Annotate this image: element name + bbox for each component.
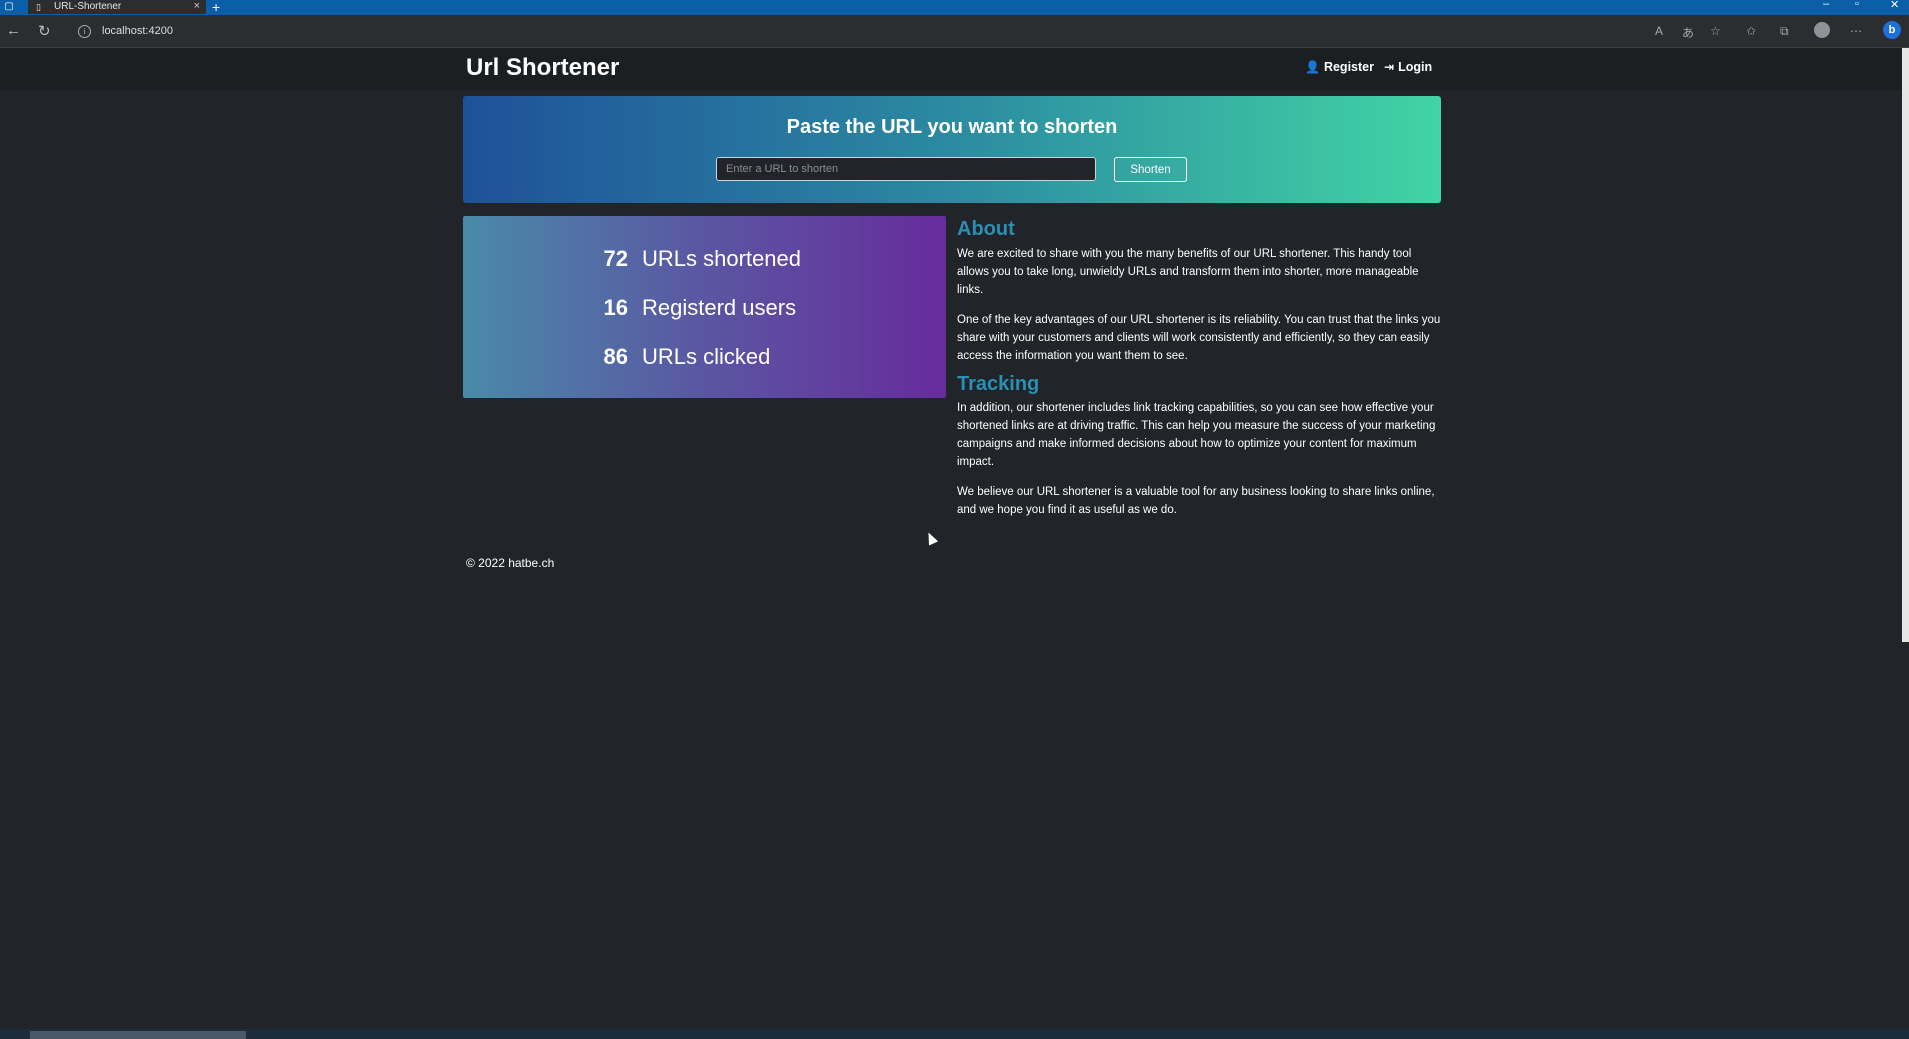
about-heading: About [957,218,1015,240]
info-content: About We are excited to share with you t… [957,218,1445,519]
about-paragraph: We are excited to share with you the man… [957,248,1419,296]
stat-row: 86 URLs clicked [463,344,946,374]
shorten-hero: Paste the URL you want to shorten Shorte… [463,96,1441,203]
stat-value: 16 [603,295,628,320]
minimize-icon[interactable]: – [1823,0,1829,10]
stat-label: URLs clicked [642,344,771,369]
user-plus-icon: 👤 [1305,60,1320,74]
tab-title: URL-Shortener [54,1,122,12]
hero-title: Paste the URL you want to shorten [786,116,1118,138]
profile-avatar[interactable] [1814,22,1830,38]
page-icon: ▯ [36,2,41,12]
sign-in-icon: ⇥ [1384,60,1395,74]
brand-title[interactable]: Url Shortener [466,54,619,82]
taskbar-active-app[interactable] [30,1031,246,1039]
tracking-heading: Tracking [957,373,1040,395]
maximize-icon[interactable]: ▫ [1855,0,1859,10]
more-icon[interactable]: ⋯ [1850,24,1862,38]
stat-value: 86 [603,344,628,369]
browser-tab-strip: ▢ ▯ URL-Shortener × + – ▫ ✕ [0,0,1909,15]
collections-icon[interactable]: ⧉ [1780,24,1789,39]
stat-row: 72 URLs shortened [463,246,946,276]
window-close-icon[interactable]: ✕ [1890,0,1899,11]
add-favorite-icon[interactable]: ☆ [1710,24,1721,38]
site-info-icon[interactable]: i [78,25,91,38]
url-input[interactable] [716,157,1096,181]
login-link[interactable]: ⇥ Login [1384,60,1432,74]
favorites-icon[interactable]: ✩ [1746,24,1756,38]
footer-copyright: © 2022 hatbe.ch [466,556,555,570]
about-paragraph: One of the key advantages of our URL sho… [957,314,1441,362]
back-icon[interactable]: ← [6,22,21,39]
tab-actions-icon[interactable]: ▢ [2,0,16,14]
reload-icon[interactable]: ↻ [38,22,51,40]
login-label: Login [1398,60,1433,74]
shorten-button[interactable]: Shorten [1114,157,1187,182]
os-taskbar [0,1029,1909,1039]
mouse-cursor-icon [923,530,939,546]
browser-toolbar: ← ↻ i localhost:4200 A あ ☆ ✩ ⧉ ⋯ b [0,15,1909,48]
tab-close-icon[interactable]: × [194,0,200,13]
register-label: Register [1323,60,1374,74]
stat-label: URLs shortened [642,246,801,271]
stats-card: 72 URLs shortened 16 Registerd users 86 … [463,216,946,398]
stat-value: 72 [603,246,628,271]
stat-row: 16 Registerd users [463,295,946,325]
browser-tab[interactable]: ▯ URL-Shortener × [28,0,206,14]
copilot-icon[interactable]: b [1883,21,1901,39]
address-bar[interactable]: i localhost:4200 [74,20,1634,42]
translate-icon[interactable]: あ [1682,24,1694,41]
tracking-paragraph: In addition, our shortener includes link… [957,402,1436,468]
address-url: localhost:4200 [102,25,173,37]
app-navbar: Url Shortener 👤 Register ⇥ Login [0,48,1902,90]
page-scrollbar[interactable] [1902,48,1909,642]
read-aloud-icon[interactable]: A [1655,24,1663,38]
stat-label: Registerd users [642,295,797,320]
tracking-paragraph: We believe our URL shortener is a valuab… [957,486,1435,516]
new-tab-icon[interactable]: + [212,0,220,15]
register-link[interactable]: 👤 Register [1305,60,1374,74]
